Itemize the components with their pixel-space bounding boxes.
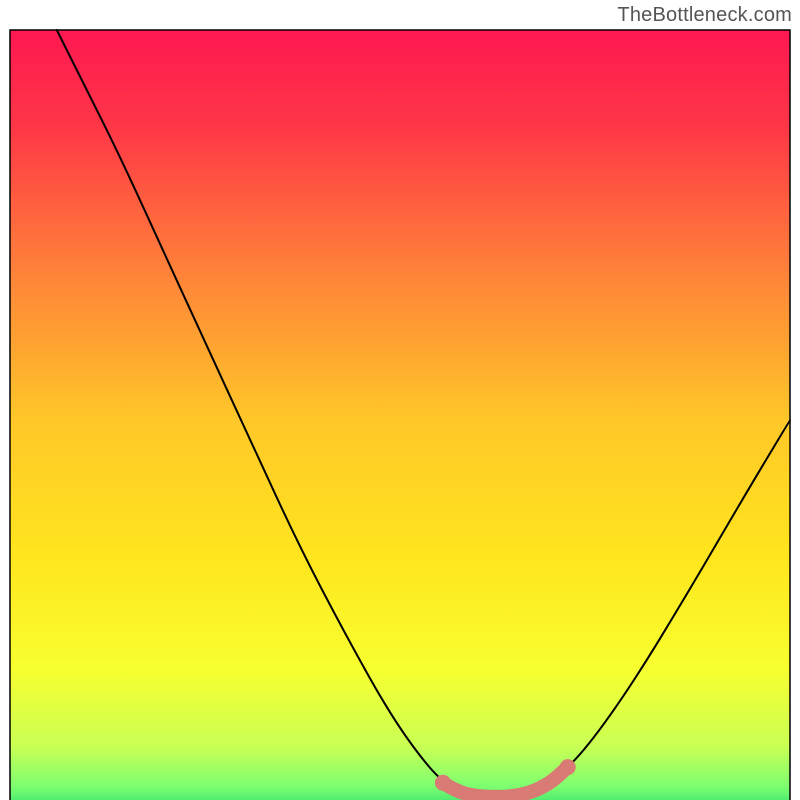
attribution-label: TheBottleneck.com: [617, 4, 792, 27]
chart-frame: [10, 30, 790, 800]
chart-container: TheBottleneck.com: [0, 0, 800, 800]
chart-svg: [0, 0, 800, 800]
highlight-end-dot: [560, 759, 576, 775]
highlight-end-dot: [435, 775, 451, 791]
